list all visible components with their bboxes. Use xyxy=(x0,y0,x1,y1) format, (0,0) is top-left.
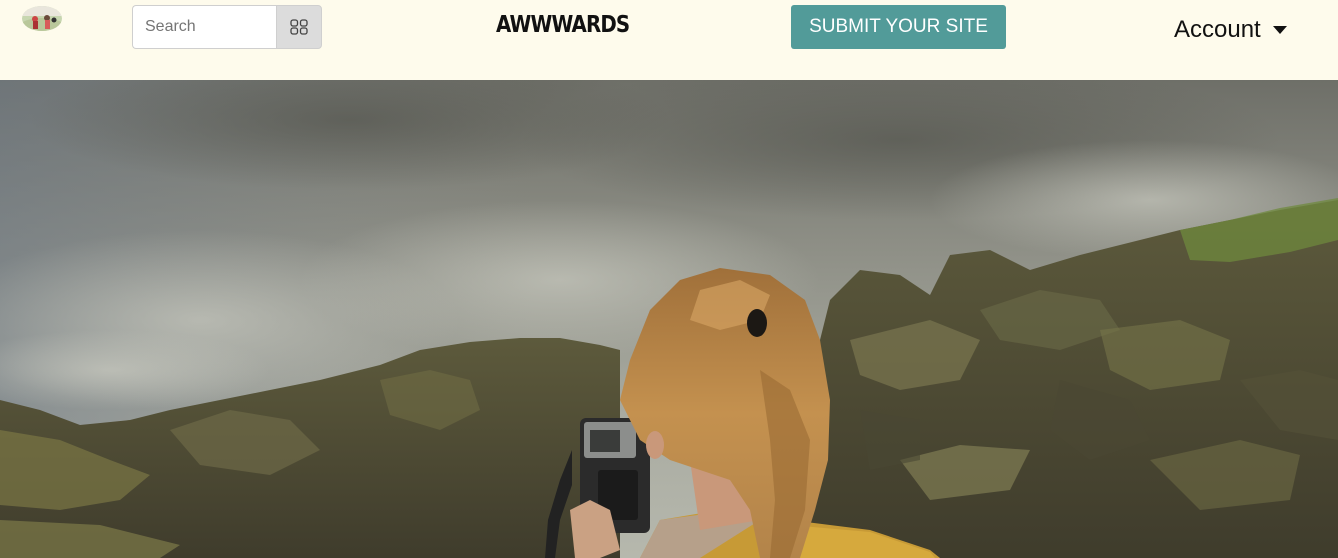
search-input[interactable] xyxy=(132,5,276,49)
caret-down-icon xyxy=(1272,26,1287,34)
top-navbar: AWWWARDS SUBMIT YOUR SITE Account xyxy=(0,0,1338,80)
hero-photo xyxy=(0,80,1338,558)
account-dropdown[interactable]: Account xyxy=(1174,15,1287,45)
logo-avatar[interactable] xyxy=(22,6,62,31)
brand-logo-text[interactable]: AWWWARDS xyxy=(496,12,630,38)
submit-site-button[interactable]: SUBMIT YOUR SITE xyxy=(791,5,1006,49)
search-button[interactable] xyxy=(276,5,322,49)
avatar-image xyxy=(22,6,62,31)
search-group xyxy=(132,5,322,49)
hero-image xyxy=(0,80,1338,558)
grid-icon xyxy=(290,19,308,35)
account-label: Account xyxy=(1174,16,1261,43)
